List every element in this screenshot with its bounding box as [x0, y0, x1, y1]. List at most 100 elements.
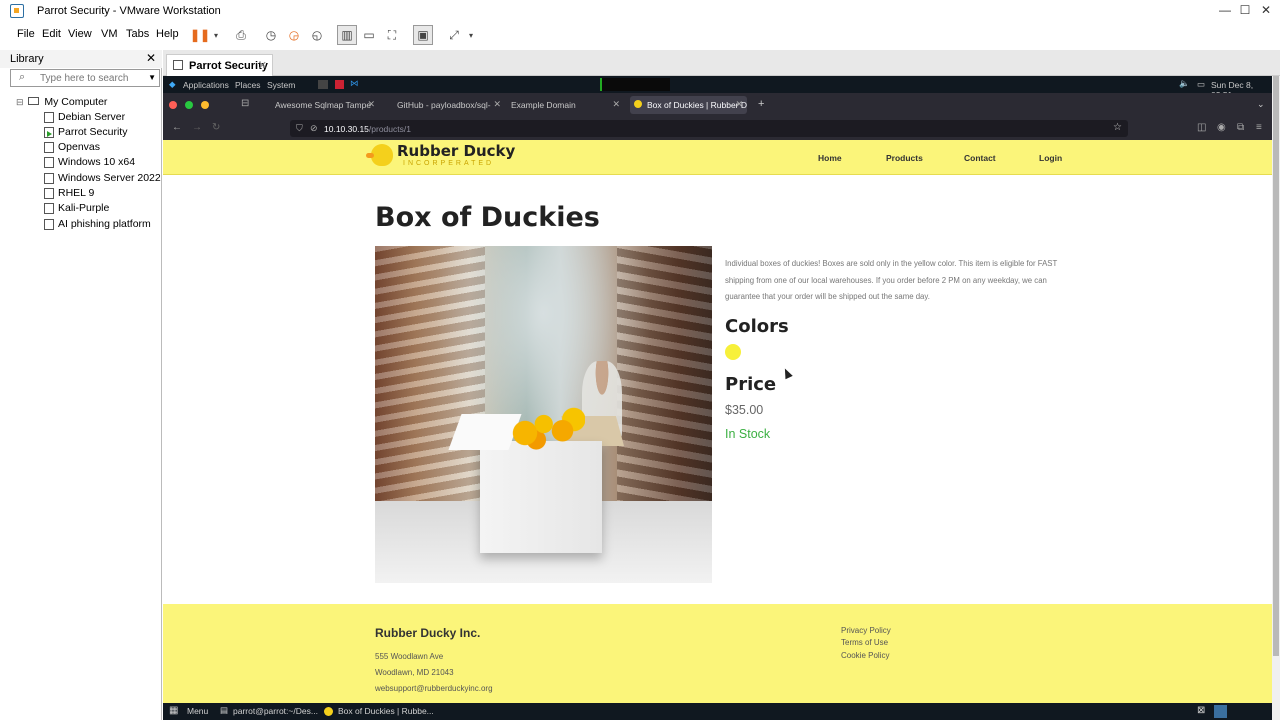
search-icon: ⌕ [19, 71, 26, 83]
footer-privacy-link[interactable]: Privacy Policy [841, 626, 891, 635]
taskbar-menu[interactable]: Menu [187, 706, 208, 716]
menu-help[interactable]: Help [156, 28, 179, 40]
new-tab-icon[interactable]: + [758, 98, 764, 110]
tree-item-windows-server-2022[interactable]: Windows Server 2022 [42, 172, 161, 186]
tab-overview-icon[interactable]: ⊟ [241, 98, 249, 109]
tab-box-of-duckies[interactable]: Box of Duckies | Rubber D ✕ [630, 96, 747, 114]
tree-item-kali-purple[interactable]: Kali-Purple [42, 202, 109, 216]
tree-item-ai-phishing[interactable]: AI phishing platform [42, 218, 151, 232]
library-search-input[interactable]: ⌕ Type here to search ▼ [10, 69, 160, 87]
list-tabs-icon[interactable]: ⌄ [1257, 99, 1265, 110]
network-icon[interactable]: ⊠ [1197, 705, 1205, 716]
tree-my-computer[interactable]: ⊟ My Computer [16, 96, 107, 108]
scrollbar-thumb[interactable] [1273, 76, 1279, 656]
menu-edit[interactable]: Edit [42, 28, 61, 40]
shield-icon[interactable]: ⛉ [296, 123, 303, 134]
minimize-button[interactable]: — [1215, 3, 1235, 17]
menu-tabs[interactable]: Tabs [126, 28, 149, 40]
menu-view[interactable]: View [68, 28, 92, 40]
close-icon[interactable]: ✕ [367, 99, 375, 110]
close-icon[interactable]: ✕ [735, 99, 743, 110]
footer-cookie-link[interactable]: Cookie Policy [841, 651, 889, 660]
bookmark-star-icon[interactable]: ☆ [1113, 122, 1122, 133]
taskbar-browser[interactable]: Box of Duckies | Rubbe... [338, 706, 434, 716]
tree-item-openvas[interactable]: Openvas [42, 141, 100, 155]
url-host: 10.10.30.15 [324, 124, 369, 134]
chevron-down-icon[interactable]: ▼ [148, 73, 156, 82]
menu-applications[interactable]: Applications [183, 80, 229, 90]
url-bar[interactable]: ⛉ ⊘ 10.10.30.15/products/1 ☆ [290, 120, 1128, 137]
back-icon[interactable]: ← [172, 122, 182, 133]
window-title: Parrot Security - VMware Workstation [37, 5, 221, 17]
revert-snapshot-icon[interactable]: ◶ [284, 25, 304, 45]
volume-icon[interactable]: 🔈 [1179, 78, 1190, 89]
parrot-logo-icon[interactable]: ◆ [169, 79, 176, 90]
menu-vm[interactable]: VM [101, 28, 118, 40]
price-heading: Price [725, 374, 777, 395]
pocket-icon[interactable]: ◫ [1197, 122, 1206, 133]
forward-icon[interactable]: → [192, 122, 202, 133]
workspace-icon[interactable] [1214, 705, 1227, 718]
color-swatch-yellow[interactable] [725, 344, 741, 360]
tree-item-debian-server[interactable]: Debian Server [42, 111, 125, 125]
account-icon[interactable]: ◉ [1217, 122, 1226, 133]
chevron-down-icon[interactable]: ▾ [461, 25, 481, 45]
fullscreen-icon[interactable]: ⛶ [382, 25, 402, 45]
taskbar-terminal[interactable]: parrot@parrot:~/Des... [233, 706, 318, 716]
url-path: /products/1 [368, 124, 411, 134]
extensions-icon[interactable]: ⧉ [1237, 122, 1244, 133]
vertical-scrollbar[interactable] [1272, 76, 1280, 720]
product-image [375, 246, 712, 583]
tree-item-label: AI phishing platform [58, 218, 151, 230]
app-launcher-icon[interactable] [335, 80, 344, 89]
reload-icon[interactable]: ↻ [212, 122, 220, 133]
footer-email[interactable]: websupport@rubberduckyinc.org [375, 684, 493, 693]
terminal-icon: ▤ [220, 705, 229, 715]
tab-parrot-security[interactable]: Parrot Security ✕ [166, 54, 273, 76]
thumbnail-bar-icon[interactable]: ▭ [359, 25, 379, 45]
duck-favicon-icon [324, 707, 333, 716]
console-view-icon[interactable]: ▣ [413, 25, 433, 45]
tree-item-parrot-security[interactable]: Parrot Security [42, 126, 127, 140]
tab-example-domain[interactable]: Example Domain ✕ [499, 96, 624, 114]
mouse-cursor [781, 366, 793, 380]
nav-login[interactable]: Login [1039, 153, 1062, 163]
close-icon[interactable]: ✕ [146, 51, 156, 65]
logo-title[interactable]: Rubber Ducky [397, 142, 515, 160]
tab-github[interactable]: GitHub - payloadbox/sql- ✕ [385, 96, 505, 114]
chevron-down-icon[interactable]: ▾ [206, 25, 226, 45]
library-toggle-icon[interactable]: ▥ [337, 25, 357, 45]
grid-menu-icon[interactable]: ▦ [169, 705, 178, 716]
tab-sqlmap[interactable]: Awesome Sqlmap Tampe ✕ [263, 96, 379, 114]
snapshot-manager-icon[interactable]: ◵ [307, 25, 327, 45]
vm-running-icon [42, 126, 54, 140]
vm-tab-bar: Parrot Security ✕ [163, 50, 1280, 76]
hamburger-menu-icon[interactable]: ≡ [1256, 122, 1262, 133]
terminal-launcher-icon[interactable] [318, 80, 328, 89]
tab-label: GitHub - payloadbox/sql- [397, 100, 491, 110]
send-keys-icon[interactable]: ⎙ [231, 25, 251, 45]
duck-logo-icon[interactable] [366, 144, 393, 166]
close-icon[interactable]: ✕ [258, 59, 267, 72]
nav-products[interactable]: Products [886, 153, 923, 163]
tree-item-windows-10[interactable]: Windows 10 x64 [42, 156, 135, 170]
menu-file[interactable]: File [17, 28, 35, 40]
maximize-window-dot[interactable] [185, 101, 193, 109]
close-button[interactable]: ✕ [1256, 3, 1276, 17]
minimize-window-dot[interactable] [201, 101, 209, 109]
tree-item-rhel-9[interactable]: RHEL 9 [42, 187, 94, 201]
guest-display[interactable]: ◆ Applications Places System ⋈ 🔈 ▭ Sun D… [163, 76, 1272, 720]
lock-icon[interactable]: ⊘ [310, 123, 318, 134]
snapshot-icon[interactable]: ◷ [261, 25, 281, 45]
menu-places[interactable]: Places [235, 80, 261, 90]
display-icon[interactable]: ▭ [1197, 79, 1205, 90]
nav-contact[interactable]: Contact [964, 153, 996, 163]
menu-system[interactable]: System [267, 80, 295, 90]
footer-terms-link[interactable]: Terms of Use [841, 638, 888, 647]
vscode-icon[interactable]: ⋈ [350, 78, 359, 89]
nav-home[interactable]: Home [818, 153, 842, 163]
close-icon[interactable]: ✕ [612, 99, 620, 110]
close-window-dot[interactable] [169, 101, 177, 109]
library-panel: Library ✕ ⌕ Type here to search ▼ ⊟ My C… [0, 50, 162, 720]
maximize-button[interactable]: ☐ [1235, 3, 1255, 17]
